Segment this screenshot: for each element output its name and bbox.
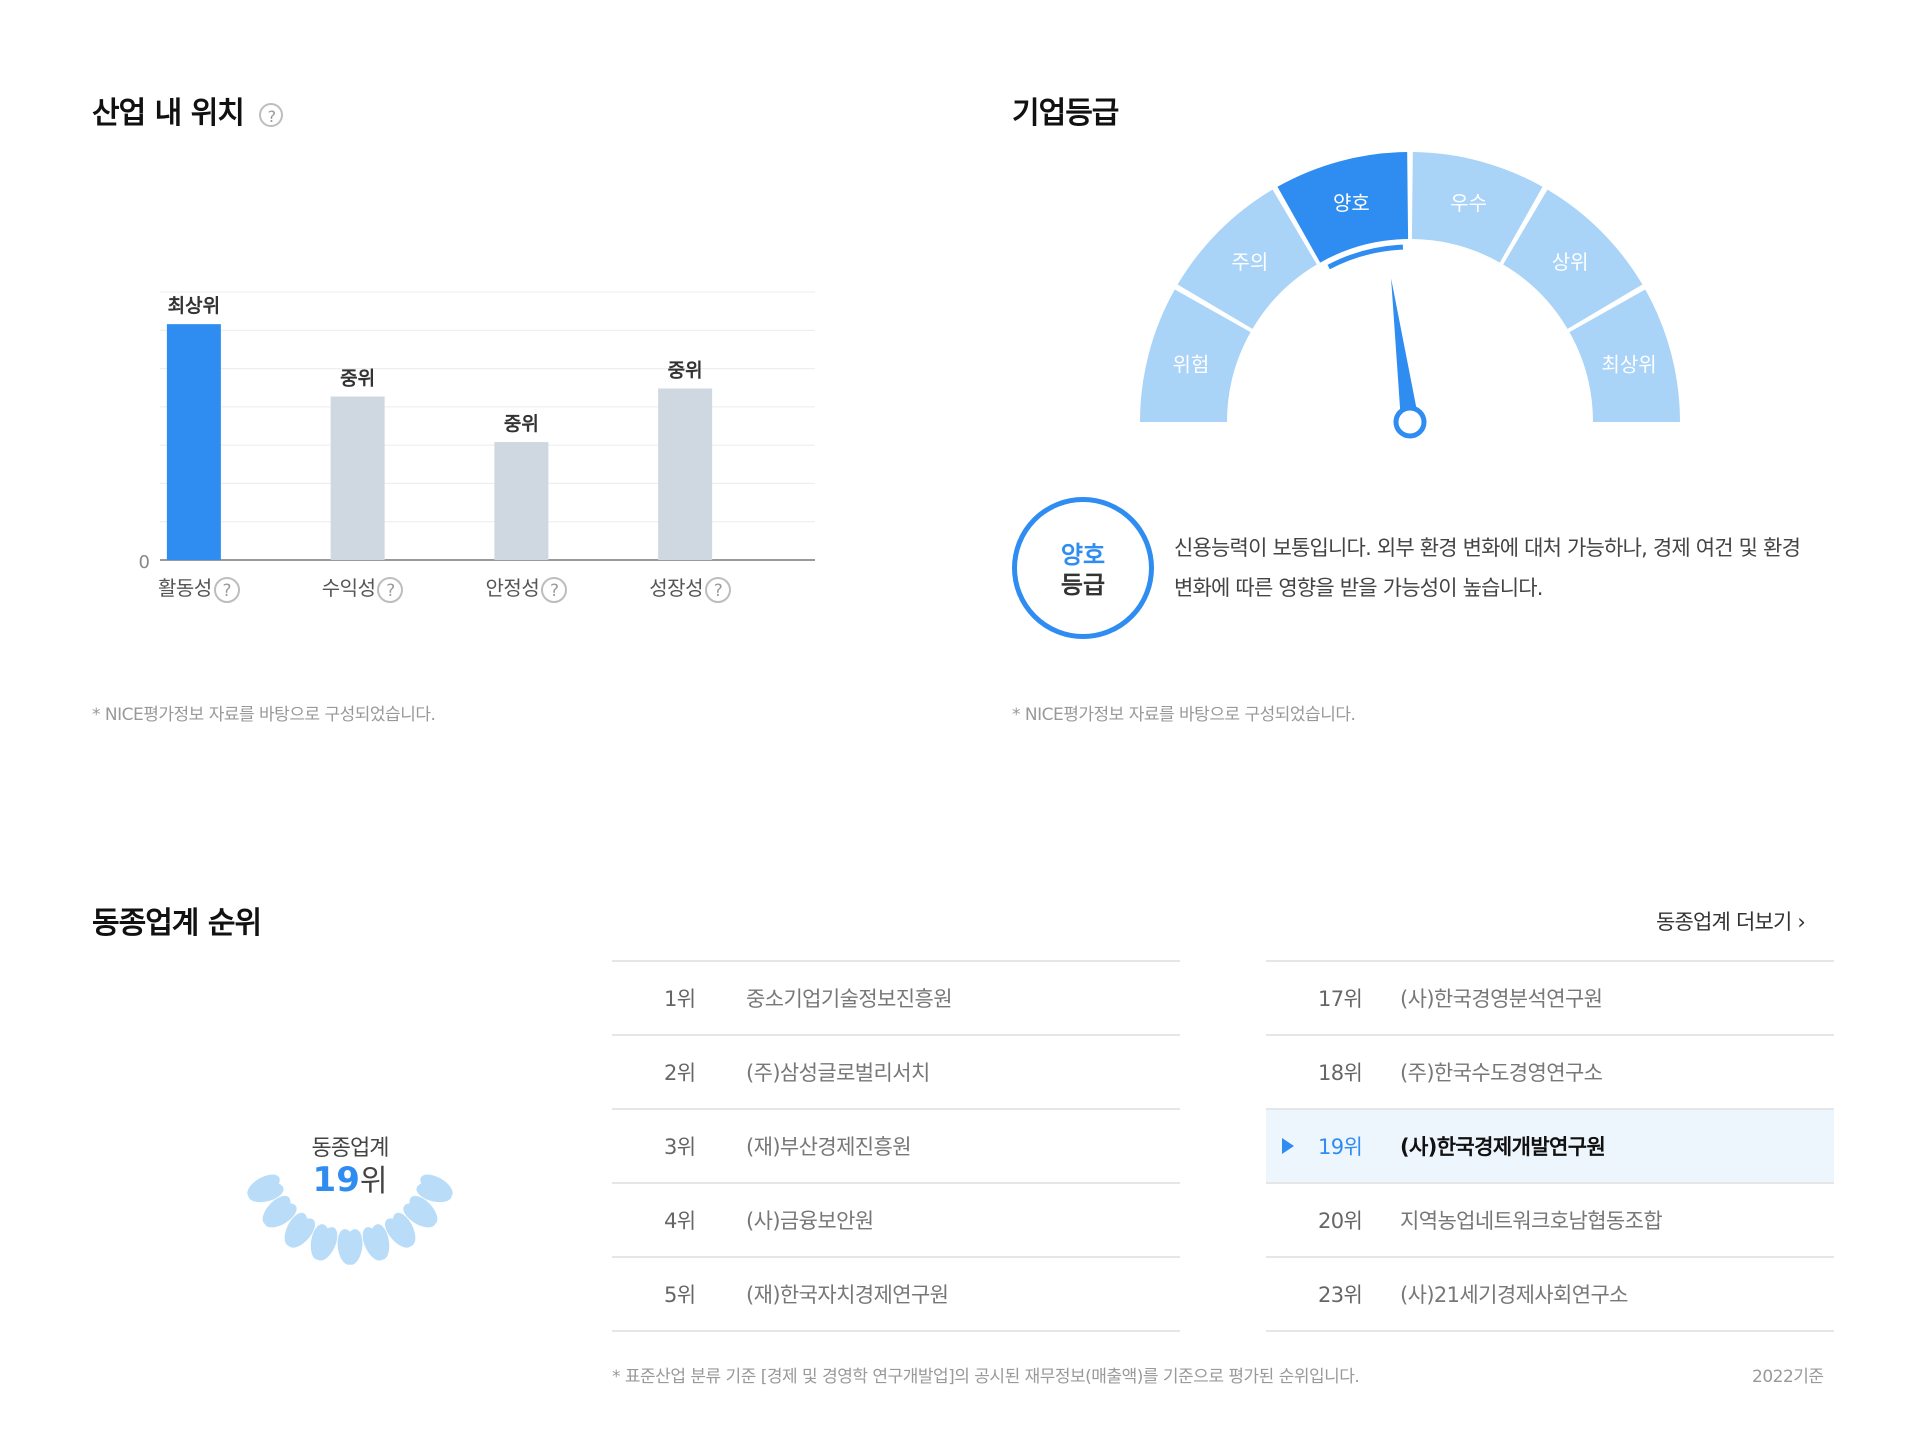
company-name: (주)삼성글로벌리서치	[746, 1061, 930, 1085]
x-tick-label: 성장성?	[635, 572, 745, 603]
laurel-rank-suffix: 위	[359, 1164, 388, 1199]
company-name: (사)금융보안원	[746, 1209, 874, 1233]
rank-position: 5위	[664, 1283, 696, 1307]
grade-circle-badge: 양호 등급	[1012, 497, 1154, 639]
rank-row[interactable]: 1위 중소기업기술정보진흥원	[612, 962, 1180, 1036]
help-icon[interactable]: ?	[704, 576, 731, 603]
bar	[166, 324, 221, 560]
ranking-basis-year: 2022기준	[1752, 1367, 1824, 1387]
bar-data-label: 중위	[504, 413, 539, 435]
x-tick-label: 안정성?	[471, 572, 581, 603]
bar	[330, 396, 385, 560]
rank-row[interactable]: 4위 (사)금융보안원	[612, 1184, 1180, 1258]
rank-position: 17위	[1318, 987, 1363, 1011]
rank-position: 23위	[1318, 1283, 1363, 1307]
x-tick-label: 수익성?	[308, 572, 418, 603]
grade-description: 신용능력이 보통입니다. 외부 환경 변화에 대처 가능하나, 경제 여건 및 …	[1174, 536, 1801, 600]
help-icon[interactable]: ?	[541, 576, 568, 603]
rank-row[interactable]: 20위 지역농업네트워크호남협동조합	[1266, 1184, 1834, 1258]
rank-position: 18위	[1318, 1061, 1363, 1085]
peer-ranking-title: 동종업계 순위	[92, 906, 262, 941]
rank-row[interactable]: 17위 (사)한국경영분석연구원	[1266, 962, 1834, 1036]
industry-position-title: 산업 내 위치 ?	[92, 88, 284, 132]
industry-position-title-text: 산업 내 위치	[92, 96, 245, 131]
grade-circle-label: 양호	[1060, 541, 1106, 569]
bar	[494, 442, 549, 560]
gauge-segment-label: 양호	[1333, 191, 1370, 215]
gauge-segment-label: 최상위	[1601, 353, 1656, 377]
company-name: (재)한국자치경제연구원	[746, 1283, 949, 1307]
industry-bar-chart: 0 최상위 중위 중위 중위	[120, 280, 820, 600]
bar-data-label: 최상위	[168, 295, 220, 317]
rank-row[interactable]: 2위 (주)삼성글로벌리서치	[612, 1036, 1180, 1110]
peer-more-link[interactable]: 동종업계 더보기 ›	[1656, 906, 1806, 936]
rank-position: 1위	[664, 987, 696, 1011]
gauge-needle-hub	[1393, 405, 1427, 439]
bar	[658, 388, 713, 560]
rank-row[interactable]: 5위 (재)한국자치경제연구원	[612, 1258, 1180, 1332]
company-name: 지역농업네트워크호남협동조합	[1400, 1209, 1663, 1233]
gauge-svg: 위험 주의 양호 우수상위최상위	[1140, 152, 1680, 439]
x-tick-text: 안정성	[485, 576, 540, 600]
rank-row-current-company[interactable]: 19위 (사)한국경제개발연구원	[1266, 1110, 1834, 1184]
x-tick-label: 활동성?	[144, 572, 254, 603]
company-name: (사)한국경제개발연구원	[1400, 1135, 1606, 1159]
credit-grade-footnote: * NICE평가정보 자료를 바탕으로 구성되었습니다.	[1012, 705, 1356, 725]
rank-list-right: 17위 (사)한국경영분석연구원 18위 (주)한국수도경영연구소 19위 (사)한국경제…	[1266, 960, 1834, 1332]
laurel-rank-number: 19	[312, 1160, 360, 1200]
rank-row[interactable]: 23위 (사)21세기경제사회연구소	[1266, 1258, 1834, 1332]
ranking-footnote: * 표준산업 분류 기준 [경제 및 경영학 연구개발업]의 공시된 재무정보(…	[612, 1367, 1360, 1387]
rank-laurel-badge: 동종업계 19위	[230, 1050, 470, 1270]
help-icon[interactable]: ?	[259, 102, 284, 127]
rank-row[interactable]: 18위 (주)한국수도경영연구소	[1266, 1036, 1834, 1110]
current-marker-icon	[1282, 1138, 1294, 1154]
laurel-badge-rank: 19위	[230, 1156, 470, 1200]
company-name: (주)한국수도경영연구소	[1400, 1061, 1603, 1085]
help-icon[interactable]: ?	[213, 576, 240, 603]
gauge-segment-label: 우수	[1450, 191, 1487, 215]
y-tick-label: 0	[139, 552, 150, 573]
gauge-segment-label: 상위	[1552, 250, 1589, 274]
industry-footnote: * NICE평가정보 자료를 바탕으로 구성되었습니다.	[92, 705, 436, 725]
gauge-needle	[1391, 278, 1419, 424]
credit-grade-title: 기업등급	[1012, 96, 1119, 131]
rank-list-left: 1위 중소기업기술정보진흥원 2위 (주)삼성글로벌리서치 3위 (재)부산경제진흥원 4위…	[612, 960, 1180, 1332]
company-name: (재)부산경제진흥원	[746, 1135, 912, 1159]
rank-position: 3위	[664, 1135, 696, 1159]
bar-data-label: 중위	[340, 368, 375, 390]
company-name: (사)한국경영분석연구원	[1400, 987, 1603, 1011]
help-icon[interactable]: ?	[377, 576, 404, 603]
company-name: (사)21세기경제사회연구소	[1400, 1283, 1629, 1307]
gauge-segment-label: 주의	[1231, 250, 1268, 274]
rank-position: 2위	[664, 1061, 696, 1085]
company-name: 중소기업기술정보진흥원	[746, 987, 953, 1011]
bar-data-label: 중위	[668, 359, 703, 381]
x-tick-text: 성장성	[649, 576, 703, 600]
credit-grade-gauge: 위험 주의 양호 우수상위최상위	[1120, 140, 1700, 450]
x-tick-text: 활동성	[158, 576, 212, 600]
bar-chart-svg: 0최상위중위중위중위	[139, 291, 815, 573]
grade-circle-suffix: 등급	[1060, 571, 1106, 599]
rank-position: 20위	[1318, 1209, 1363, 1233]
x-tick-text: 수익성	[321, 576, 376, 600]
rank-row[interactable]: 3위 (재)부산경제진흥원	[612, 1110, 1180, 1184]
gauge-segment-label: 위험	[1173, 353, 1210, 377]
rank-position: 4위	[664, 1209, 696, 1233]
